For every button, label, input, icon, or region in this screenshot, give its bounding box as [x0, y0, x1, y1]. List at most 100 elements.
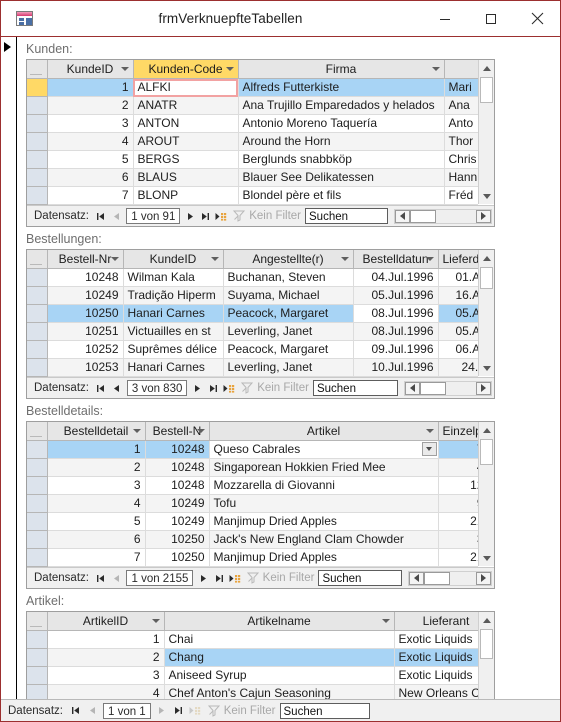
table-row[interactable]: 3 10248 Mozzarella di Giovanni 12,1	[27, 476, 478, 495]
row-selector[interactable]	[27, 268, 48, 287]
row-selector[interactable]	[27, 440, 48, 459]
grid-kunden[interactable]: KundeID Kunden-Code Firma 1 ALFKI Alfred…	[27, 60, 478, 205]
row-selector[interactable]	[27, 340, 48, 359]
cell-bestelldetail[interactable]: 3	[47, 476, 146, 495]
row-selector[interactable]	[27, 512, 48, 531]
next-record-button[interactable]	[182, 207, 198, 226]
table-row[interactable]: 10249 Tradição Hiperm Suyama, Michael 05…	[27, 286, 478, 305]
cell-angestellter[interactable]: Leverling, Janet	[223, 322, 354, 341]
table-row[interactable]: 4 10249 Tofu 9,3	[27, 494, 478, 513]
hscrollbar-track[interactable]	[446, 382, 476, 395]
select-all-corner[interactable]	[27, 250, 48, 269]
horizontal-scrollbar[interactable]	[403, 380, 493, 396]
row-selector[interactable]	[27, 458, 48, 477]
cell-bestell-nr[interactable]: 10248	[47, 268, 124, 287]
cell-bestelldatum[interactable]: 08.Jul.1996	[353, 322, 439, 341]
cell-angestellter[interactable]: Leverling, Janet	[223, 358, 354, 377]
scroll-down-button[interactable]	[479, 360, 494, 376]
column-header-artikelid[interactable]: ArtikelID	[47, 612, 165, 631]
cell-kunde[interactable]: Tradição Hiperm	[123, 286, 224, 305]
cell-bestelldatum[interactable]: 04.Jul.1996	[353, 268, 439, 287]
row-selector[interactable]	[27, 304, 48, 323]
scroll-up-button[interactable]	[479, 422, 494, 438]
scrollbar-thumb[interactable]	[480, 77, 493, 103]
row-selector[interactable]	[27, 494, 48, 513]
cell-artikelid[interactable]: 2	[47, 648, 165, 667]
column-header-kunden-code[interactable]: Kunden-Code	[133, 60, 239, 79]
cell-lieferdatum[interactable]: 05.Aug	[438, 322, 478, 341]
first-record-button[interactable]	[67, 701, 84, 720]
cell-einzelpreis[interactable]: 21,2	[438, 512, 478, 531]
vertical-scrollbar[interactable]	[478, 612, 494, 699]
horizontal-scrollbar[interactable]	[408, 570, 492, 586]
chevron-down-icon[interactable]	[196, 429, 205, 433]
minimize-button[interactable]	[422, 1, 468, 37]
cell-einzelpreis[interactable]: 7,0	[438, 440, 478, 459]
scroll-down-button[interactable]	[479, 188, 494, 204]
hscrollbar-thumb[interactable]	[419, 381, 446, 395]
cell-bestelldatum[interactable]: 09.Jul.1996	[353, 340, 439, 359]
cell-artikel[interactable]: Singaporean Hokkien Fried Mee	[209, 458, 439, 477]
table-row[interactable]: 10250 Hanari Carnes Peacock, Margaret 08…	[27, 304, 478, 323]
select-all-corner[interactable]	[27, 60, 48, 79]
scroll-left-button[interactable]	[404, 381, 420, 395]
cell-bestelldatum[interactable]: 05.Jul.1996	[353, 286, 439, 305]
table-row[interactable]: 5 BERGS Berglunds snabbköp Chris	[27, 150, 478, 169]
cell-lieferdatum[interactable]: 06.Aug	[438, 340, 478, 359]
dropdown-arrow-icon[interactable]	[421, 442, 437, 456]
cell-kontakt[interactable]: Hann	[444, 168, 478, 187]
table-row[interactable]: 4 AROUT Around the Horn Thor	[27, 132, 478, 151]
search-input[interactable]: Suchen	[318, 570, 403, 586]
row-selector[interactable]	[27, 168, 48, 187]
cell-firma[interactable]: Antonio Moreno Taquería	[238, 114, 445, 133]
chevron-down-icon[interactable]	[120, 67, 129, 71]
select-all-corner[interactable]	[27, 612, 48, 631]
row-selector[interactable]	[27, 186, 48, 205]
scroll-up-button[interactable]	[479, 612, 494, 628]
cell-kunde[interactable]: Hanari Carnes	[123, 304, 224, 323]
column-header-lieferant[interactable]: Lieferant	[394, 612, 478, 631]
select-all-corner[interactable]	[27, 422, 48, 441]
new-record-button[interactable]	[187, 701, 204, 720]
table-row[interactable]: 10248 Wilman Kala Buchanan, Steven 04.Ju…	[27, 268, 478, 287]
cell-kunden-code[interactable]: BLAUS	[133, 168, 239, 187]
scroll-right-button[interactable]	[476, 381, 492, 395]
cell-bestelldetail[interactable]: 7	[47, 548, 146, 567]
cell-kunden-code[interactable]: AROUT	[133, 132, 239, 151]
grid-artikel[interactable]: ArtikelID Artikelname Lieferant 1 Chai E…	[27, 612, 478, 699]
chevron-down-icon[interactable]	[151, 619, 160, 623]
grid-bestelldetails[interactable]: Bestelldetail Bestell-N Artikel Einzelpr…	[27, 422, 478, 567]
previous-record-button[interactable]	[109, 379, 125, 398]
filter-status[interactable]: Kein Filter	[229, 210, 305, 222]
cell-angestellter[interactable]: Buchanan, Steven	[223, 268, 354, 287]
cell-kontakt[interactable]: Ana	[444, 96, 478, 115]
row-selector[interactable]	[27, 132, 48, 151]
grid-bestellungen[interactable]: Bestell-Nr KundeID Angestellte(r) Bestel…	[27, 250, 478, 377]
scroll-left-button[interactable]	[409, 571, 425, 585]
record-position-box[interactable]: 3 von 830	[126, 380, 188, 396]
cell-bestell-nr[interactable]: 10249	[47, 286, 124, 305]
row-selector[interactable]	[27, 322, 48, 341]
record-position-box[interactable]: 1 von 91	[126, 208, 181, 224]
cell-kontakt[interactable]: Mari	[444, 78, 478, 97]
scroll-right-button[interactable]	[475, 571, 491, 585]
cell-bestell-nr[interactable]: 10249	[145, 494, 210, 513]
row-selector[interactable]	[27, 548, 48, 567]
cell-firma[interactable]: Blauer See Delikatessen	[238, 168, 445, 187]
cell-artikelid[interactable]: 1	[47, 630, 165, 649]
row-selector[interactable]	[27, 666, 48, 685]
cell-kundeid[interactable]: 5	[47, 150, 134, 169]
hscrollbar-track[interactable]	[450, 572, 476, 585]
table-row[interactable]: 2 ANATR Ana Trujillo Emparedados y helad…	[27, 96, 478, 115]
column-header-bestelldatum[interactable]: Bestelldatun	[353, 250, 439, 269]
cell-lieferdatum[interactable]: 01.Aug	[438, 268, 478, 287]
cell-einzelpreis[interactable]: 4,9	[438, 458, 478, 477]
cell-angestellter[interactable]: Peacock, Margaret	[223, 340, 354, 359]
column-header-kundeid[interactable]: KundeID	[123, 250, 224, 269]
scroll-right-button[interactable]	[475, 209, 491, 223]
cell-kundeid[interactable]: 7	[47, 186, 134, 205]
chevron-down-icon[interactable]	[431, 67, 440, 71]
cell-bestelldatum[interactable]: 10.Jul.1996	[353, 358, 439, 377]
cell-artikelname[interactable]: Chef Anton's Cajun Seasoning	[164, 684, 395, 699]
cell-firma[interactable]: Ana Trujillo Emparedados y helados	[238, 96, 445, 115]
